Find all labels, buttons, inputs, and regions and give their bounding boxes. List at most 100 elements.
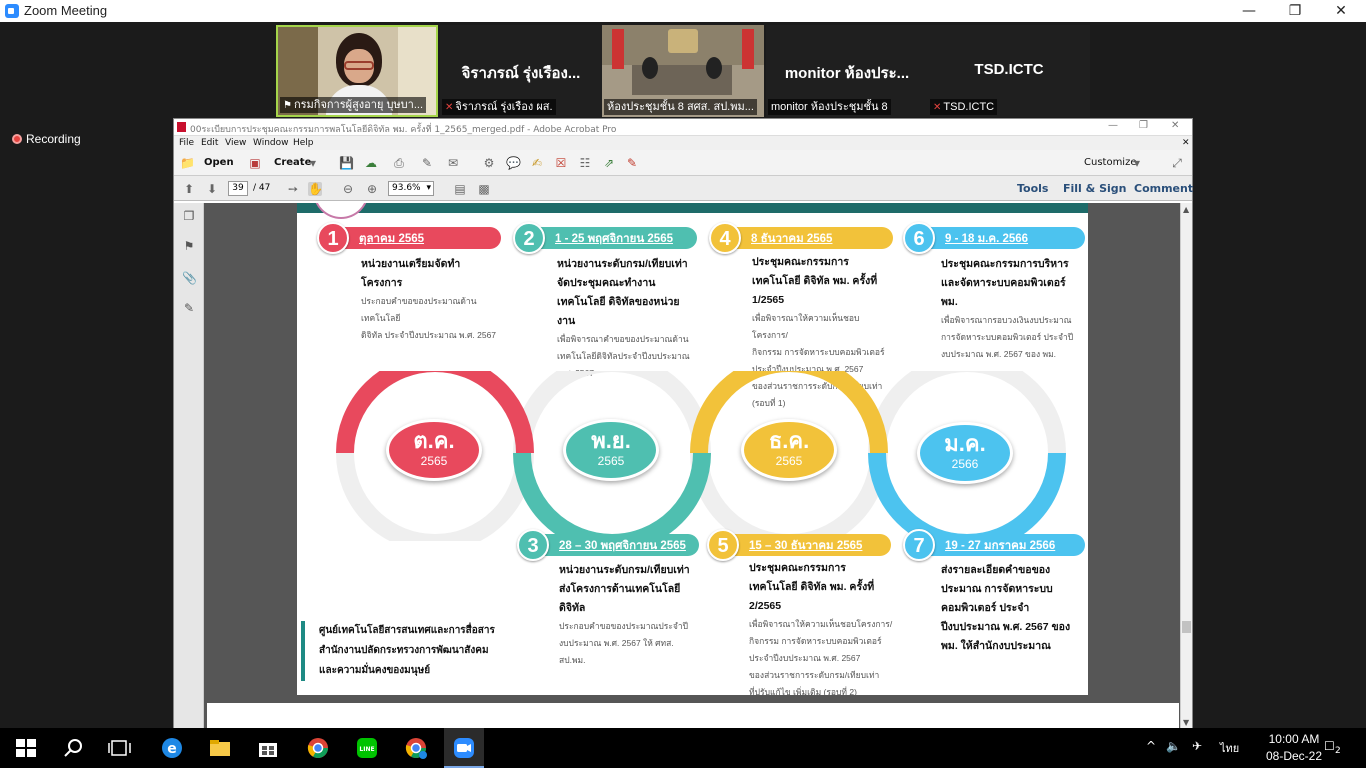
step-sub-line: เทคโนโลยีดิจิทัลประจำปีงบประมาณ <box>557 351 690 361</box>
email-icon[interactable]: ✉ <box>446 156 460 170</box>
bookmark-icon[interactable]: ⚑ <box>182 239 196 253</box>
month-label: ต.ค. <box>413 428 455 453</box>
acrobat-side-panel: ❐ ⚑ 📎 ✎ <box>174 203 204 729</box>
menu-view[interactable]: View <box>225 138 246 148</box>
vertical-scrollbar[interactable]: ▲ ▼ <box>1180 203 1192 729</box>
acrobat-titlebar: 00ระเบียบการประชุมคณะกรรมการพลโนโลยีดิจิ… <box>174 119 1192 136</box>
zoom-out-icon[interactable]: ⊖ <box>341 182 355 196</box>
menu-window[interactable]: Window <box>253 138 289 148</box>
close-button[interactable]: ✕ <box>1318 0 1364 22</box>
language-indicator[interactable]: ไทย <box>1220 739 1239 757</box>
step-sub-line: งบประมาณ พ.ศ. 2567 ให้ ศทส. <box>559 638 674 648</box>
step-date: 9 - 18 ม.ค. 2566 <box>945 233 1029 245</box>
mic-muted-icon: ✕ <box>445 102 454 113</box>
next-page-icon[interactable]: ⬇ <box>205 182 219 196</box>
acrobat-close-button[interactable]: ✕ <box>1171 120 1179 131</box>
notification-center-icon[interactable]: ☐ <box>1324 739 1335 753</box>
zoom-in-icon[interactable]: ⊕ <box>365 182 379 196</box>
windows-start-icon[interactable] <box>14 736 38 760</box>
select-cursor-icon[interactable]: ➙ <box>286 182 300 196</box>
attachment-icon[interactable]: 📎 <box>182 271 197 285</box>
step-sub-line: กิจกรรม การจัดหาระบบคอมพิวเตอร์ <box>749 636 882 646</box>
participant-tile[interactable]: TSD.ICTC ✕ TSD.ICTC <box>928 25 1090 117</box>
settings-gear-icon[interactable]: ⚙ <box>482 156 496 170</box>
comment-bubble-icon[interactable]: 💬 <box>506 156 521 170</box>
page-number-input[interactable]: 39 <box>228 181 248 196</box>
page-thumbnails-icon[interactable]: ❐ <box>182 209 196 223</box>
extract-page-icon[interactable]: ☷ <box>578 156 592 170</box>
step-number: 2 <box>513 222 545 254</box>
step-sub-line: ประกอบคำขอของประมาณด้านเทคโนโลยี <box>361 296 477 323</box>
record-icon <box>12 134 22 144</box>
participant-tile[interactable]: monitor ห้องประ... monitor ห้องประชุมชั้… <box>766 25 928 117</box>
chrome-icon[interactable] <box>306 736 330 760</box>
step-sub-line: เพื่อพิจารณาคำขอของประมาณด้าน <box>557 334 689 344</box>
create-dropdown-icon[interactable]: ▾ <box>306 156 320 170</box>
print-icon[interactable]: ⎙ <box>392 156 406 170</box>
document-view[interactable]: 1 ตุลาคม 2565 หน่วยงานเตรียมจัดทำโครงการ… <box>204 203 1182 729</box>
acrobat-minimize-button[interactable]: — <box>1108 120 1118 131</box>
step-sub-line: กิจกรรม การจัดหาระบบคอมพิวเตอร์ <box>752 347 885 357</box>
ministry-seal <box>313 203 369 219</box>
previous-page-icon[interactable]: ⬆ <box>182 182 196 196</box>
task-view-icon[interactable] <box>108 736 132 760</box>
minimize-button[interactable]: — <box>1226 0 1272 22</box>
notification-count: 2 <box>1335 746 1341 756</box>
step-date: ตุลาคม 2565 <box>359 233 425 245</box>
step-date: 1 - 25 พฤศจิกายน 2565 <box>555 233 673 245</box>
fit-width-icon[interactable]: ▩ <box>477 182 491 196</box>
menu-help[interactable]: Help <box>293 138 314 148</box>
comment-link[interactable]: Comment <box>1134 182 1193 195</box>
acrobat-maximize-button[interactable]: ❐ <box>1139 120 1148 131</box>
org-line: ศูนย์เทคโนโลยีสารสนเทศและการสื่อสาร <box>319 625 495 636</box>
upload-cloud-icon[interactable]: ☁ <box>364 156 378 170</box>
participant-tile[interactable]: ห้องประชุมชั้น 8 สศส. สป.พม... <box>602 25 764 117</box>
export-icon[interactable]: ⇗ <box>602 156 616 170</box>
menu-edit[interactable]: Edit <box>201 138 218 148</box>
fit-page-icon[interactable]: ▤ <box>453 182 467 196</box>
mic-muted-icon: ✕ <box>933 102 942 113</box>
sign-icon[interactable]: ✎ <box>625 156 639 170</box>
page-top-band <box>297 203 1088 213</box>
recording-indicator[interactable]: Recording <box>12 132 81 146</box>
edge-icon[interactable]: e <box>160 736 184 760</box>
step-number: 4 <box>709 222 741 254</box>
fill-sign-link[interactable]: Fill & Sign <box>1063 182 1126 195</box>
scroll-down-icon[interactable]: ▼ <box>1183 718 1189 727</box>
step-sub-line: เพื่อพิจารณากรอบวงเงินงบประมาณ <box>941 315 1072 325</box>
step-heading: ส่งรายละเอียดคำขอของประมาณ การจัดหาระบบค… <box>941 564 1071 652</box>
menu-file[interactable]: File <box>179 138 194 148</box>
fullscreen-icon[interactable]: ⤢ <box>1170 156 1184 170</box>
document-close-icon[interactable]: ✕ <box>1182 138 1190 148</box>
search-icon[interactable] <box>62 736 86 760</box>
scroll-thumb[interactable] <box>1182 621 1191 633</box>
zoom-taskbar-item[interactable] <box>444 728 484 768</box>
step-heading: หน่วยงานระดับกรม/เทียบเท่า ส่งโครงการด้า… <box>559 564 690 614</box>
scroll-up-icon[interactable]: ▲ <box>1183 205 1189 214</box>
show-hidden-icons-chevron[interactable]: ^ <box>1146 739 1156 753</box>
highlight-icon[interactable]: ✍ <box>530 156 544 170</box>
line-icon[interactable]: LINE <box>355 736 379 760</box>
open-button[interactable]: Open <box>204 157 234 168</box>
delete-page-icon[interactable]: ☒ <box>554 156 568 170</box>
signature-icon[interactable]: ✎ <box>182 301 196 315</box>
customize-button[interactable]: Customize <box>1084 157 1137 168</box>
volume-icon[interactable]: 🔈 <box>1166 739 1181 753</box>
participant-tile[interactable]: จิราภรณ์ รุ่งเรือง... ✕ จิราภรณ์ รุ่งเรือ… <box>440 25 602 117</box>
month-year: 2566 <box>951 457 979 471</box>
edit-icon[interactable]: ✎ <box>420 156 434 170</box>
save-icon[interactable]: 💾 <box>339 156 354 170</box>
zoom-level-select[interactable]: 93.6% ▾ <box>388 181 434 196</box>
customize-dropdown-icon[interactable]: ▾ <box>1130 156 1144 170</box>
tools-link[interactable]: Tools <box>1017 182 1048 195</box>
participant-tile[interactable]: ⚑ กรมกิจการผู้สูงอายุ บุษบา... <box>276 25 438 117</box>
system-clock[interactable]: 10:00 AM 08-Dec-22 <box>1266 731 1322 765</box>
store-icon[interactable] <box>256 736 280 760</box>
airplane-mode-icon[interactable]: ✈ <box>1192 739 1202 753</box>
file-explorer-icon[interactable] <box>208 736 232 760</box>
maximize-button[interactable]: ❐ <box>1272 0 1318 22</box>
step-6-text: ประชุมคณะกรรมการบริหาร และจัดหาระบบคอมพิ… <box>941 255 1085 363</box>
org-line: และความมั่นคงของมนุษย์ <box>319 665 431 676</box>
chrome-profile-icon[interactable] <box>404 736 428 760</box>
hand-tool-icon[interactable]: ✋ <box>308 182 323 196</box>
